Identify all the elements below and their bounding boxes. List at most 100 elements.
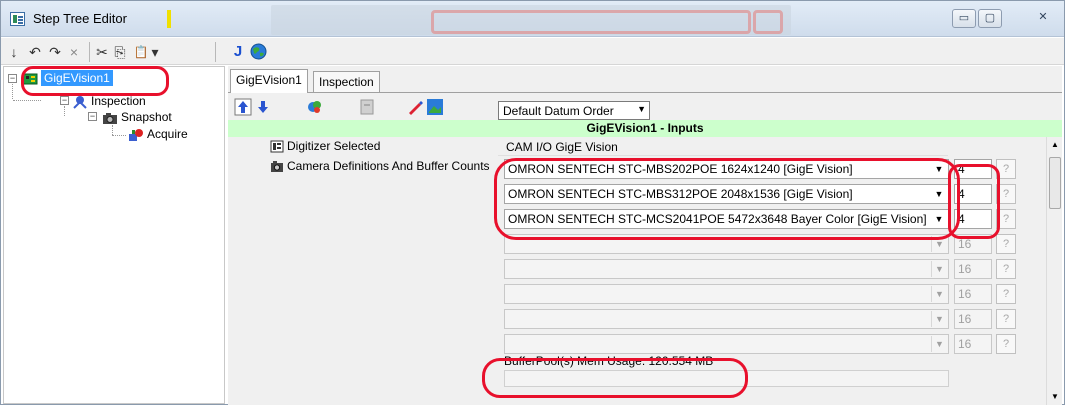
camera-definition-select[interactable]: ▼ bbox=[504, 259, 949, 279]
move-down-icon[interactable] bbox=[254, 98, 272, 116]
collapse-expander[interactable]: − bbox=[8, 74, 17, 83]
camera-definition-select[interactable]: ▼ bbox=[504, 284, 949, 304]
tree-connector bbox=[12, 84, 13, 99]
camera-icon bbox=[270, 160, 284, 174]
title-bar[interactable]: Step Tree Editor ▭ ▢ ✕ bbox=[1, 1, 1064, 37]
help-button[interactable]: ? bbox=[996, 184, 1016, 204]
window-title: Step Tree Editor bbox=[33, 11, 127, 26]
digitizer-icon bbox=[270, 140, 284, 154]
camera-definition-select[interactable]: OMRON SENTECH STC-MCS2041POE 5472x3648 B… bbox=[504, 209, 949, 229]
datum-order-value: Default Datum Order bbox=[503, 104, 614, 118]
chevron-down-icon: ▼ bbox=[637, 104, 646, 114]
title-marker bbox=[167, 10, 171, 28]
buffer-count-input[interactable]: 4 bbox=[954, 209, 992, 229]
delete-icon[interactable]: × bbox=[67, 43, 81, 61]
cut-icon[interactable]: ✂ bbox=[94, 43, 110, 61]
tree-connector bbox=[64, 106, 65, 116]
chevron-down-icon: ▼ bbox=[931, 311, 947, 327]
chevron-down-icon: ▼ bbox=[931, 286, 947, 302]
scroll-thumb[interactable] bbox=[1049, 157, 1061, 209]
step-tree-editor-window: Step Tree Editor ▭ ▢ ✕ ↓ ↶ ↷ × ✂ ⎘ 📋 ▾ J… bbox=[0, 0, 1065, 405]
help-button[interactable]: ? bbox=[996, 234, 1016, 254]
chevron-down-icon: ▼ bbox=[931, 336, 947, 352]
blurred-background-annotation bbox=[431, 10, 751, 34]
toolbar-separator bbox=[89, 42, 90, 62]
tree-node-label: Snapshot bbox=[121, 110, 172, 124]
globe-icon[interactable] bbox=[249, 43, 267, 61]
java-icon[interactable]: J bbox=[231, 43, 245, 61]
chevron-down-icon: ▼ bbox=[931, 261, 947, 277]
properties-panel: GigEVision1 Inspection Default Datum Ord… bbox=[228, 66, 1062, 405]
help-button[interactable]: ? bbox=[996, 284, 1016, 304]
help-button[interactable]: ? bbox=[996, 334, 1016, 354]
collapse-expander[interactable]: − bbox=[88, 112, 97, 121]
camera-definition-select[interactable]: OMRON SENTECH STC-MBS202POE 1624x1240 [G… bbox=[504, 159, 949, 179]
help-button[interactable]: ? bbox=[996, 259, 1016, 279]
tree-node-snapshot[interactable]: Snapshot bbox=[102, 110, 172, 125]
camera-name: OMRON SENTECH STC-MBS202POE 1624x1240 [G… bbox=[508, 162, 853, 176]
tree-node-label: GigEVision1 bbox=[41, 70, 113, 86]
tree-connector bbox=[112, 135, 126, 136]
camera-defs-row-label: Camera Definitions And Buffer Counts bbox=[270, 159, 490, 174]
help-button[interactable]: ? bbox=[996, 309, 1016, 329]
buffer-count-input[interactable]: 16 bbox=[954, 334, 992, 354]
move-up-icon[interactable] bbox=[234, 98, 252, 116]
buffer-pool-usage: BufferPool(s) Mem Usage: 120.554 MB bbox=[504, 354, 714, 368]
camera-name: OMRON SENTECH STC-MCS2041POE 5472x3648 B… bbox=[508, 212, 927, 226]
chevron-down-icon: ▼ bbox=[934, 189, 944, 199]
toolbar: ↓ ↶ ↷ × ✂ ⎘ 📋 ▾ J bbox=[1, 38, 1064, 65]
redo-icon[interactable]: ↷ bbox=[47, 43, 63, 61]
tree-connector bbox=[112, 125, 113, 135]
tab-inspection[interactable]: Inspection bbox=[313, 71, 380, 93]
digitizer-label: Digitizer Selected bbox=[287, 139, 381, 153]
buffer-count-input[interactable]: 16 bbox=[954, 259, 992, 279]
minimize-button[interactable]: ▭ bbox=[952, 9, 976, 28]
buffer-count-input[interactable]: 16 bbox=[954, 284, 992, 304]
camera-name: OMRON SENTECH STC-MBS312POE 2048x1536 [G… bbox=[508, 187, 853, 201]
edit-pen-icon[interactable] bbox=[406, 98, 424, 116]
camera-definition-select[interactable]: OMRON SENTECH STC-MBS312POE 2048x1536 [G… bbox=[504, 184, 949, 204]
toolbar-separator bbox=[215, 42, 216, 62]
tree-node-acquire[interactable]: Acquire bbox=[128, 127, 188, 142]
datum-order-select[interactable]: Default Datum Order ▼ bbox=[498, 101, 650, 120]
tree-node-root[interactable]: GigEVision1 bbox=[22, 70, 113, 86]
disabled-icon[interactable] bbox=[358, 98, 376, 116]
close-button[interactable]: ✕ bbox=[1031, 9, 1055, 28]
help-button[interactable]: ? bbox=[996, 159, 1016, 179]
app-icon bbox=[10, 12, 25, 26]
collapse-expander[interactable]: − bbox=[60, 96, 69, 105]
maximize-button[interactable]: ▢ bbox=[978, 9, 1002, 28]
tab-content: Default Datum Order ▼ GigEVision1 - Inpu… bbox=[228, 92, 1062, 405]
chevron-down-icon: ▼ bbox=[931, 236, 947, 252]
row-divider bbox=[498, 155, 948, 156]
undo-icon[interactable]: ↶ bbox=[27, 43, 43, 61]
digitizer-board-icon bbox=[22, 72, 38, 86]
camera-definition-select[interactable]: ▼ bbox=[504, 234, 949, 254]
tree-connector bbox=[13, 100, 41, 101]
acquire-icon bbox=[128, 128, 144, 142]
tree-node-label: Inspection bbox=[91, 94, 146, 108]
camera-definition-select[interactable]: ▼ bbox=[504, 309, 949, 329]
buffer-count-input[interactable]: 4 bbox=[954, 159, 992, 179]
buffer-count-input[interactable]: 16 bbox=[954, 309, 992, 329]
blurred-background-annotation bbox=[753, 10, 783, 34]
insert-arrow-icon[interactable]: ↓ bbox=[7, 43, 21, 61]
chevron-down-icon: ▼ bbox=[934, 164, 944, 174]
tree-node-inspection[interactable]: Inspection bbox=[72, 94, 146, 109]
copy-icon[interactable]: ⎘ bbox=[112, 43, 128, 61]
tab-gigevision1[interactable]: GigEVision1 bbox=[230, 69, 308, 93]
inputs-header: GigEVision1 - Inputs bbox=[228, 120, 1062, 137]
buffer-count-input[interactable]: 4 bbox=[954, 184, 992, 204]
colors-icon[interactable] bbox=[306, 98, 324, 116]
scroll-down-icon[interactable]: ▼ bbox=[1047, 389, 1063, 405]
vertical-scrollbar[interactable]: ▲ ▼ bbox=[1046, 137, 1062, 405]
buffer-count-input[interactable]: 16 bbox=[954, 234, 992, 254]
paste-icon[interactable]: 📋 bbox=[133, 43, 149, 61]
dropdown-icon[interactable]: ▾ bbox=[150, 43, 160, 61]
step-tree-panel: − GigEVision1 − Inspection − Snapshot Ac… bbox=[3, 66, 225, 404]
image-view-icon[interactable] bbox=[426, 98, 444, 116]
camera-definition-select[interactable]: ▼ bbox=[504, 334, 949, 354]
camera-icon bbox=[102, 111, 118, 125]
help-button[interactable]: ? bbox=[996, 209, 1016, 229]
scroll-up-icon[interactable]: ▲ bbox=[1047, 137, 1063, 153]
